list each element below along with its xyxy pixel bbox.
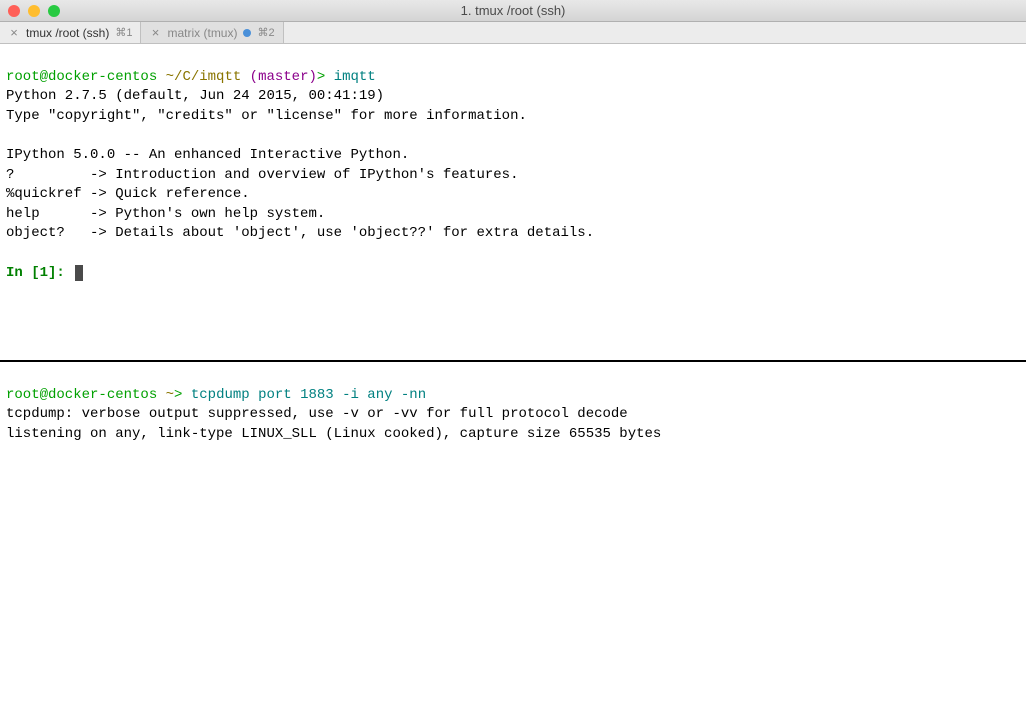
terminal-line: object? -> Details about 'object', use '… (6, 225, 594, 241)
prompt-branch: (master) (250, 69, 317, 85)
window-title: 1. tmux /root (ssh) (461, 3, 566, 18)
close-tab-icon[interactable]: × (149, 25, 161, 40)
terminal-line: %quickref -> Quick reference. (6, 186, 250, 202)
tab-label: tmux /root (ssh) (26, 26, 109, 40)
terminal-pane-top[interactable]: root@docker-centos ~/C/imqtt (master)> i… (0, 44, 1026, 360)
close-tab-icon[interactable]: × (8, 25, 20, 40)
prompt-user: root@docker-centos (6, 69, 157, 85)
prompt-sep: > (174, 387, 182, 403)
terminal-line: tcpdump: verbose output suppressed, use … (6, 406, 628, 422)
maximize-window-button[interactable] (48, 5, 60, 17)
terminal-line: help -> Python's own help system. (6, 206, 325, 222)
terminal-line: IPython 5.0.0 -- An enhanced Interactive… (6, 147, 409, 163)
command-text: imqtt (334, 69, 376, 85)
prompt-path: ~ (166, 387, 174, 403)
tab-matrix[interactable]: × matrix (tmux) ⌘2 (141, 22, 283, 43)
tab-shortcut: ⌘1 (115, 26, 132, 39)
tab-label: matrix (tmux) (167, 26, 237, 40)
terminal-pane-bottom[interactable]: root@docker-centos ~> tcpdump port 1883 … (0, 362, 1026, 708)
traffic-lights (0, 5, 60, 17)
tabbar: × tmux /root (ssh) ⌘1 × matrix (tmux) ⌘2 (0, 22, 1026, 44)
ipython-prompt-close: ]: (48, 265, 73, 281)
prompt-user: root@docker-centos (6, 387, 157, 403)
close-window-button[interactable] (8, 5, 20, 17)
cursor-icon (75, 265, 83, 281)
minimize-window-button[interactable] (28, 5, 40, 17)
command-text: tcpdump port 1883 -i any -nn (191, 387, 426, 403)
prompt-sep: > (317, 69, 325, 85)
prompt-path: ~/C/imqtt (166, 69, 242, 85)
tab-tmux-root[interactable]: × tmux /root (ssh) ⌘1 (0, 22, 141, 43)
ipython-prompt-num: 1 (40, 265, 48, 281)
terminal-line: Python 2.7.5 (default, Jun 24 2015, 00:4… (6, 88, 384, 104)
terminal-line: listening on any, link-type LINUX_SLL (L… (6, 426, 661, 442)
window-titlebar: 1. tmux /root (ssh) (0, 0, 1026, 22)
ipython-prompt-in: In [ (6, 265, 40, 281)
terminal-line: Type "copyright", "credits" or "license"… (6, 108, 527, 124)
terminal-line: ? -> Introduction and overview of IPytho… (6, 167, 518, 183)
tab-shortcut: ⌘2 (257, 26, 274, 39)
activity-dot-icon (243, 29, 251, 37)
